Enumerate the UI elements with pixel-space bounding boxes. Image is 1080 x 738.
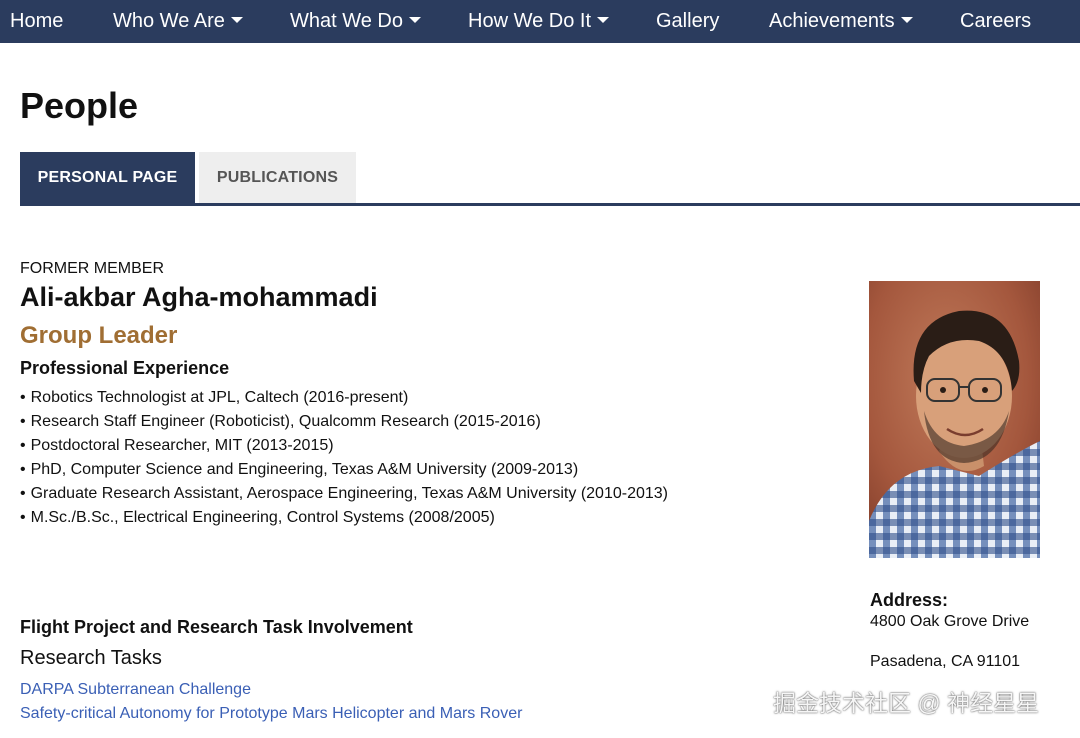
research-task-link-mars[interactable]: Safety-critical Autonomy for Prototype M… <box>20 704 522 724</box>
address-line: Pasadena, CA 91101 <box>870 653 1021 670</box>
nav-gallery-label: Gallery <box>656 10 720 32</box>
nav-what-we-do[interactable]: What We Do <box>290 0 421 43</box>
member-status: FORMER MEMBER <box>20 260 164 277</box>
nav-who-we-are[interactable]: Who We Are <box>113 0 243 43</box>
nav-home[interactable]: Home <box>10 0 63 43</box>
tab-underline-divider <box>20 203 1080 206</box>
tab-publications[interactable]: PUBLICATIONS <box>199 152 356 204</box>
experience-item: M.Sc./B.Sc., Electrical Engineering, Con… <box>20 506 668 530</box>
nav-home-label: Home <box>10 10 64 32</box>
experience-item: Robotics Technologist at JPL, Caltech (2… <box>20 386 668 410</box>
nav-careers[interactable]: Careers <box>960 0 1031 43</box>
chevron-down-icon <box>230 16 243 23</box>
tab-personal-page[interactable]: PERSONAL PAGE <box>20 152 195 204</box>
nav-what-we-do-label: What We Do <box>290 10 403 32</box>
nav-achievements-label: Achievements <box>769 10 895 32</box>
page-title: People <box>20 85 139 126</box>
experience-item: Graduate Research Assistant, Aerospace E… <box>20 482 668 506</box>
top-navigation: Home Who We Are What We Do How We Do It … <box>0 0 1080 43</box>
experience-heading: Professional Experience <box>20 358 230 378</box>
person-name: Ali-akbar Agha-mohammadi <box>20 282 378 312</box>
chevron-down-icon <box>409 16 421 23</box>
nav-who-we-are-label: Who We Are <box>113 10 225 32</box>
nav-how-we-do-it-label: How We Do It <box>468 10 591 32</box>
chevron-down-icon <box>900 16 913 23</box>
experience-item: PhD, Computer Science and Engineering, T… <box>20 458 668 482</box>
person-role: Group Leader <box>20 322 178 349</box>
nav-gallery[interactable]: Gallery <box>656 0 719 43</box>
address-line: 4800 Oak Grove Drive <box>870 613 1030 630</box>
watermark-text: 掘金技术社区 @ 神经星星 <box>773 690 1040 716</box>
experience-item: Postdoctoral Researcher, MIT (2013-2015) <box>20 434 668 458</box>
involvement-heading: Flight Project and Research Task Involve… <box>20 617 413 637</box>
research-tasks-heading: Research Tasks <box>20 647 162 669</box>
experience-item: Research Staff Engineer (Roboticist), Qu… <box>20 410 668 434</box>
nav-how-we-do-it[interactable]: How We Do It <box>468 0 609 43</box>
research-task-link-darpa[interactable]: DARPA Subterranean Challenge <box>20 680 251 700</box>
address-label: Address: <box>870 590 949 610</box>
experience-list: Robotics Technologist at JPL, Caltech (2… <box>20 386 668 530</box>
nav-achievements[interactable]: Achievements <box>769 0 913 43</box>
profile-photo <box>869 281 1040 558</box>
chevron-down-icon <box>597 16 609 23</box>
nav-careers-label: Careers <box>960 10 1032 32</box>
